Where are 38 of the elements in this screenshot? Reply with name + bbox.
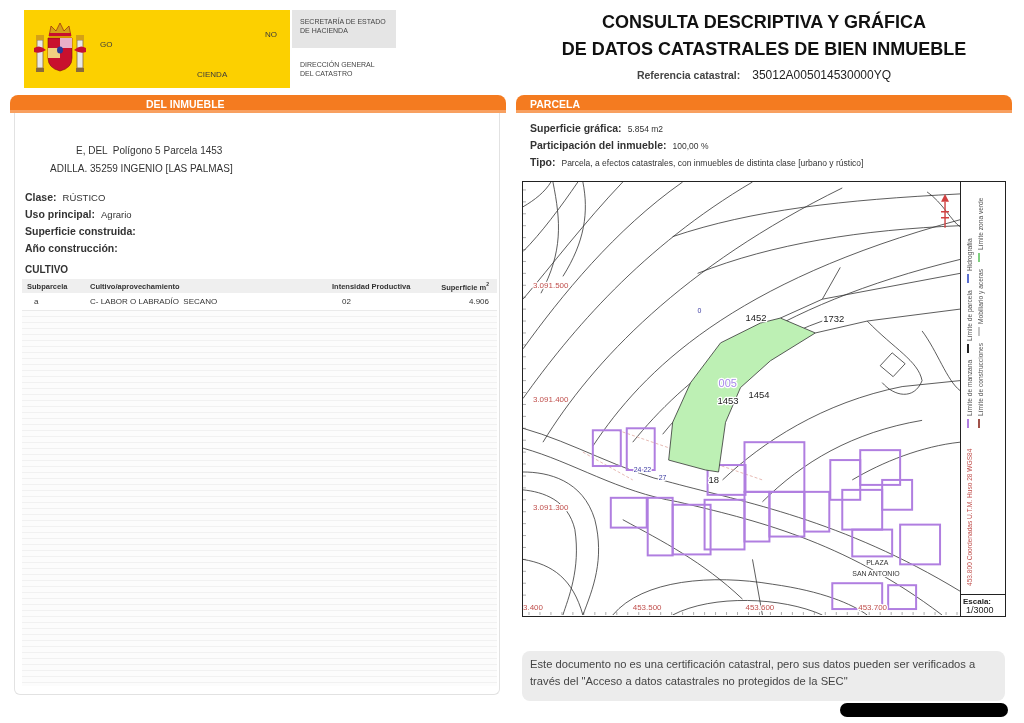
disclaimer-note: Este documento no es una certificación catastral, pero sus datos pueden ser verificados a través del "Acceso a datos catastrales no protegidos de la SEC" <box>522 651 1005 701</box>
scale-label: Escala: <box>963 597 992 606</box>
field-value: 5.854 m2 <box>627 123 664 136</box>
field-label: Año construcción: <box>25 241 118 256</box>
reference-number: 35012A005014530000YQ <box>752 68 892 82</box>
coat-of-arms-icon <box>33 20 87 75</box>
reference-label: Referencia catastral: <box>636 68 741 82</box>
logo-text: CIENDA <box>197 70 228 80</box>
logo-text: NO <box>265 30 277 40</box>
parcel-number: 1453 <box>717 395 739 407</box>
address-line: E, DEL Polígono 5 Parcela 1453 <box>76 144 223 158</box>
logo-text: GO <box>100 40 113 50</box>
parcel-number: 1454 <box>748 388 770 400</box>
table-cell-text: a <box>33 297 40 306</box>
field-value: 100,00 % <box>672 140 709 153</box>
table-cell-text: C- LABOR O LABRADÍO SECANO <box>89 297 219 306</box>
crop-title: CULTIVO <box>25 263 69 277</box>
field-label: Clase: <box>25 190 57 205</box>
parcel-number: 1452 <box>745 312 767 324</box>
parcel-number: 1732 <box>823 313 845 325</box>
field-value: Parcela, a efectos catastrales, con inmuebles de distinta clase [urbano y rústico] <box>561 157 864 170</box>
polygon-number: 005 <box>718 376 737 389</box>
field-label: Superficie construida: <box>25 224 136 239</box>
north-arrow-icon <box>940 193 950 229</box>
scale-value: 1/3000 <box>966 606 994 615</box>
section-header: DEL INMUEBLE <box>10 95 506 113</box>
section-header: PARCELA <box>516 95 1012 113</box>
field-label: Uso principal: <box>25 207 95 222</box>
field-value: RÚSTICO <box>62 191 106 205</box>
table-cell-text: 02 <box>341 297 352 306</box>
parcel-number: 18 <box>708 473 720 485</box>
document-title: CONSULTA DESCRIPTIVA Y GRÁFICA DE DATOS CATASTRALES DE BIEN INMUEBLE <box>561 10 967 61</box>
field-label: Superficie gráfica: <box>530 121 622 136</box>
field-label: Tipo: <box>530 155 556 170</box>
table-cell-text: 4.906 <box>468 297 490 306</box>
address-line: ADILLA. 35259 INGENIO [LAS PALMAS] <box>50 162 233 176</box>
field-label: Participación del inmueble: <box>530 138 667 153</box>
field-value: Agrario <box>101 208 132 222</box>
